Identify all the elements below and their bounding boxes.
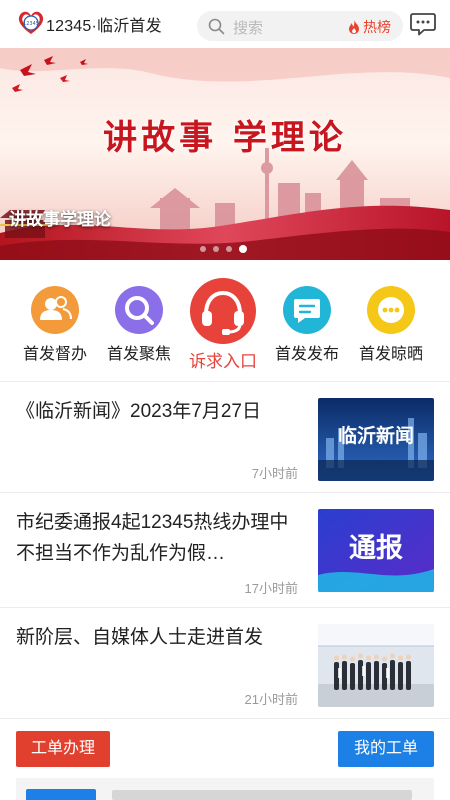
news-thumbnail: 通报 bbox=[318, 509, 434, 592]
news-title: 《临沂新闻》2023年7月27日 bbox=[16, 401, 261, 422]
message-icon[interactable] bbox=[410, 12, 436, 36]
hot-list-link[interactable]: 热榜 bbox=[348, 17, 391, 37]
menu-label: 首发督办 bbox=[22, 346, 87, 363]
news-item[interactable]: 《临沂新闻》2023年7月27日 7小时前 临沂新闻 bbox=[0, 382, 450, 492]
ellipsis-icon bbox=[367, 286, 415, 334]
menu-label: 首发发布 bbox=[274, 346, 339, 363]
top-bar: 12345 12345·临沂首发 搜索 热榜 bbox=[0, 0, 450, 48]
menu-label: 首发聚焦 bbox=[106, 346, 171, 363]
menu-item-focus[interactable]: 首发聚焦 bbox=[99, 286, 179, 364]
banner-carousel[interactable]: 讲故事 学理论 讲故事学理论 bbox=[0, 48, 450, 260]
search-placeholder: 搜索 bbox=[233, 20, 264, 37]
app-title: 12345·临沂首发 bbox=[46, 18, 162, 35]
news-item[interactable]: 新阶层、自媒体人士走进首发 21小时前 bbox=[0, 608, 450, 718]
banner-caption: 讲故事学理论 bbox=[9, 210, 111, 229]
search-icon bbox=[208, 18, 225, 35]
tag-badge bbox=[26, 789, 96, 800]
search-bar[interactable]: 搜索 热榜 bbox=[197, 11, 403, 41]
news-item[interactable]: 市纪委通报4起12345热线办理中不担当不作为乱作为假… 17小时前 通报 bbox=[0, 493, 450, 607]
logo-text: 12345 bbox=[23, 21, 39, 27]
flame-icon bbox=[349, 20, 359, 34]
quick-menu: 首发督办 首发聚焦 诉求入口 首发发布 首发晾晒 bbox=[0, 278, 450, 374]
news-thumbnail bbox=[318, 624, 434, 707]
thumbnail-text: 通报 bbox=[349, 533, 403, 564]
work-order-button[interactable]: 工单办理 bbox=[16, 731, 110, 767]
menu-item-supervision[interactable]: 首发督办 bbox=[15, 286, 95, 364]
news-time: 21小时前 bbox=[244, 692, 298, 707]
people-icon bbox=[31, 286, 79, 334]
thumbnail-text: 临沂新闻 bbox=[338, 424, 414, 447]
carousel-dot[interactable] bbox=[213, 246, 219, 252]
carousel-dot[interactable] bbox=[226, 246, 232, 252]
chat-icon bbox=[283, 286, 331, 334]
menu-item-showcase[interactable]: 首发晾晒 bbox=[351, 286, 431, 364]
menu-item-publish[interactable]: 首发发布 bbox=[267, 286, 347, 364]
menu-label: 诉求入口 bbox=[189, 352, 257, 371]
headset-icon bbox=[190, 278, 256, 344]
news-time: 17小时前 bbox=[244, 581, 298, 596]
carousel-indicator bbox=[200, 245, 254, 253]
news-title: 新阶层、自媒体人士走进首发 bbox=[16, 627, 264, 648]
news-title: 市纪委通报4起12345热线办理中不担当不作为乱作为假… bbox=[16, 512, 289, 564]
my-orders-button[interactable]: 我的工单 bbox=[338, 731, 434, 767]
banner-headline: 讲故事 学理论 bbox=[103, 118, 347, 158]
menu-item-appeal[interactable]: 诉求入口 bbox=[183, 278, 263, 372]
logo-icon: 12345 bbox=[18, 11, 44, 34]
list-item-text bbox=[112, 790, 412, 800]
carousel-dot-active[interactable] bbox=[239, 245, 247, 253]
hot-list-label: 热榜 bbox=[363, 19, 391, 35]
news-thumbnail: 临沂新闻 bbox=[318, 398, 434, 481]
list-item-partial[interactable] bbox=[16, 778, 434, 800]
magnifier-icon bbox=[115, 286, 163, 334]
menu-label: 首发晾晒 bbox=[358, 346, 423, 363]
divider bbox=[0, 718, 450, 719]
carousel-dot[interactable] bbox=[200, 246, 206, 252]
news-time: 7小时前 bbox=[251, 466, 298, 481]
